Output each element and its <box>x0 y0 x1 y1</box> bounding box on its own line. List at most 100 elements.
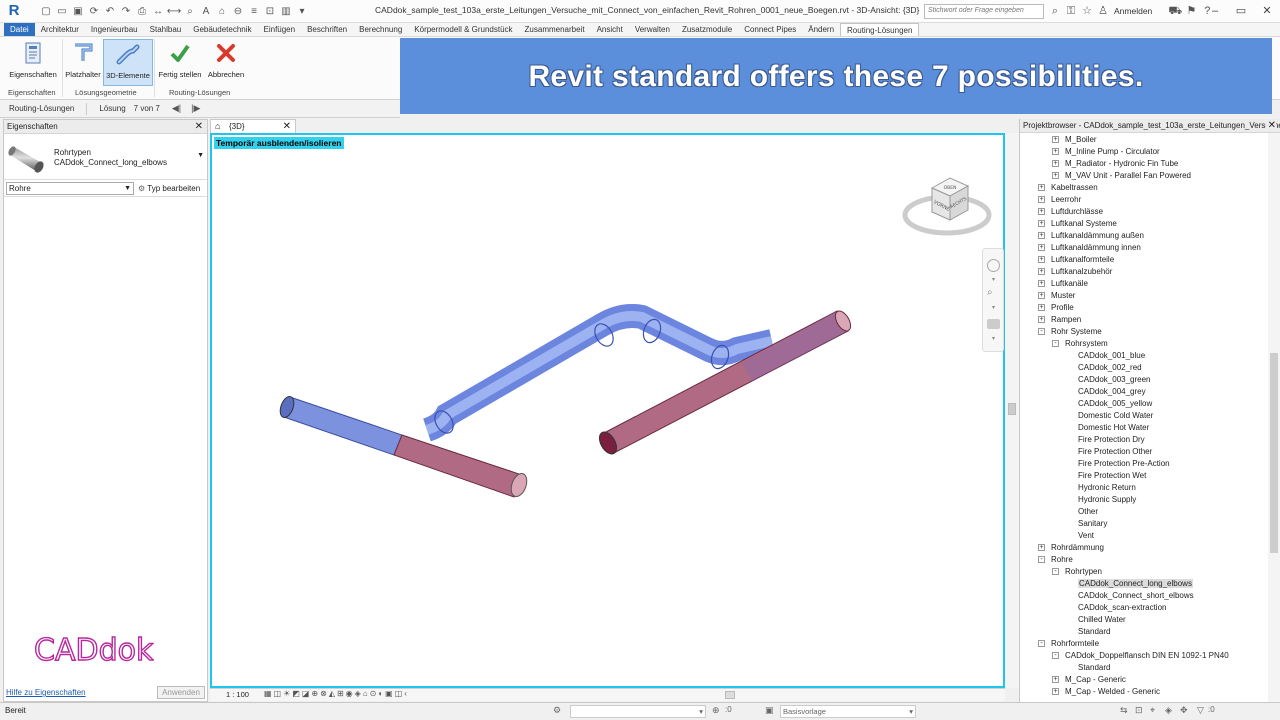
key-icon[interactable]: ⚿ <box>1064 3 1078 19</box>
apply-button[interactable]: Anwenden <box>157 686 205 699</box>
section-icon[interactable]: ⊖ <box>230 5 246 18</box>
previous-solution-icon[interactable]: ◀| <box>172 103 181 114</box>
tree-item[interactable]: - Rohr Systeme <box>1038 326 1102 338</box>
viewcube-top[interactable]: OBEN <box>944 185 957 191</box>
tab-verwalten[interactable]: Verwalten <box>629 23 676 36</box>
view-cube-toggle-icon[interactable] <box>987 319 1000 329</box>
collapse-icon[interactable]: - <box>1038 328 1045 335</box>
expand-icon[interactable]: + <box>1038 280 1045 287</box>
tree-item[interactable]: + Kabeltrassen <box>1038 182 1098 194</box>
tag-icon[interactable]: ⌕ <box>182 5 198 18</box>
tree-item[interactable]: Hydronic Return <box>1078 482 1136 494</box>
dimension-icon[interactable]: ⟷ <box>166 5 182 18</box>
customize-qat-icon[interactable]: ▾ <box>294 5 310 18</box>
close-hidden-icon[interactable]: ⊡ <box>262 5 278 18</box>
tree-item[interactable]: CADdok_003_green <box>1078 374 1151 386</box>
select-by-face-icon[interactable]: ◈ <box>1165 705 1172 716</box>
tab-koerpermodell[interactable]: Körpermodell & Grundstück <box>408 23 518 36</box>
restore-icon[interactable]: ▭ <box>1228 0 1254 22</box>
tree-item[interactable]: + Leerrohr <box>1038 194 1081 206</box>
undo-icon[interactable]: ↶ <box>102 5 118 18</box>
expand-icon[interactable]: + <box>1038 208 1045 215</box>
edit-type-button[interactable]: ⚙ Typ bearbeiten <box>138 182 200 195</box>
chevron-down-icon[interactable]: ▾ <box>992 335 995 342</box>
tree-item[interactable]: + Muster <box>1038 290 1075 302</box>
expand-icon[interactable]: + <box>1038 304 1045 311</box>
filter-icon[interactable]: ▽ <box>1197 705 1204 716</box>
browser-scrollbar[interactable] <box>1268 133 1280 702</box>
tree-item[interactable]: CADdok_Connect_short_elbows <box>1078 590 1194 602</box>
text-icon[interactable]: A <box>198 5 214 18</box>
expand-icon[interactable]: + <box>1052 676 1059 683</box>
tree-item[interactable]: - CADdok_Doppelflansch DIN EN 1092-1 PN40 <box>1052 650 1229 662</box>
tree-item[interactable]: + Luftkanäle <box>1038 278 1088 290</box>
save-icon[interactable]: ▣ <box>70 5 86 18</box>
tree-item[interactable]: + M_Cap - Welded - Generic <box>1052 686 1160 698</box>
switch-windows-icon[interactable]: ▥ <box>278 5 294 18</box>
worksets-icon[interactable]: ⚙ <box>553 705 561 716</box>
placeholder-button[interactable]: Platzhalter <box>63 39 103 86</box>
user-icon[interactable]: ♙ <box>1096 3 1110 19</box>
instance-filter-select[interactable]: Rohre ▼ <box>6 182 134 195</box>
tree-item[interactable]: CADdok_004_grey <box>1078 386 1146 398</box>
left-header-pipe[interactable] <box>278 395 530 499</box>
chevron-down-icon[interactable]: ▼ <box>197 152 204 159</box>
tree-item[interactable]: + Rohrdämmung <box>1038 542 1104 554</box>
tree-item[interactable]: CADdok_005_yellow <box>1078 398 1152 410</box>
tab-einfuegen[interactable]: Einfügen <box>258 23 302 36</box>
tree-item[interactable]: Fire Protection Pre-Action <box>1078 458 1170 470</box>
pipe-model[interactable] <box>212 135 1003 686</box>
tab-architektur[interactable]: Architektur <box>35 23 85 36</box>
select-links-icon[interactable]: ⇆ <box>1120 705 1128 716</box>
cart-icon[interactable]: ⛟ <box>1168 3 1182 19</box>
design-option-select[interactable]: Basisvorlage ▾ <box>780 705 916 718</box>
revit-logo-icon[interactable]: R <box>5 2 23 20</box>
expand-icon[interactable]: + <box>1038 184 1045 191</box>
chevron-down-icon[interactable]: ▾ <box>992 304 995 311</box>
expand-icon[interactable]: + <box>1038 232 1045 239</box>
right-header-pipe[interactable] <box>596 308 854 456</box>
tree-item[interactable]: Other <box>1078 506 1098 518</box>
tab-connect-pipes[interactable]: Connect Pipes <box>738 23 802 36</box>
tree-item[interactable]: + Luftkanalzubehör <box>1038 266 1112 278</box>
tab-berechnung[interactable]: Berechnung <box>353 23 408 36</box>
thin-lines-icon[interactable]: ≡ <box>246 5 262 18</box>
tree-item[interactable]: Hydronic Supply <box>1078 494 1136 506</box>
collapse-icon[interactable]: - <box>1052 652 1059 659</box>
tab-aendern[interactable]: Ändern <box>802 23 840 36</box>
tree-item[interactable]: - Rohre <box>1038 554 1073 566</box>
tab-stahlbau[interactable]: Stahlbau <box>144 23 188 36</box>
design-options-icon[interactable]: ▣ <box>765 705 774 716</box>
redo-icon[interactable]: ↷ <box>118 5 134 18</box>
expand-icon[interactable]: + <box>1038 292 1045 299</box>
chevron-down-icon[interactable]: ▾ <box>992 276 995 283</box>
help-search-input[interactable]: Stichwort oder Frage eingeben <box>924 4 1044 19</box>
view-control-icons[interactable]: ▦◫☀◩◪⊕⊗◭⊞◉◈⌂⊙◐▣◫‹ <box>264 689 409 698</box>
tree-item[interactable]: + M_Cap - Generic <box>1052 674 1126 686</box>
tab-ansicht[interactable]: Ansicht <box>591 23 629 36</box>
measure-icon[interactable]: ↔ <box>150 5 166 18</box>
scroll-thumb[interactable] <box>1008 403 1016 415</box>
viewport-vertical-scrollbar[interactable] <box>1005 133 1019 688</box>
expand-icon[interactable]: + <box>1038 268 1045 275</box>
tree-item[interactable]: Standard <box>1078 626 1110 638</box>
tree-item[interactable]: + Luftkanaldämmung außen <box>1038 230 1144 242</box>
tree-item[interactable]: Vent <box>1078 530 1094 542</box>
steering-wheel-icon[interactable] <box>987 259 1000 272</box>
tab-routing-loesungen[interactable]: Routing-Lösungen <box>840 23 920 36</box>
close-icon[interactable]: ✕ <box>1265 119 1276 132</box>
tree-item[interactable]: - Rohrformteile <box>1038 638 1099 650</box>
tree-item[interactable]: + Luftkanal Systeme <box>1038 218 1117 230</box>
tab-beschriften[interactable]: Beschriften <box>301 23 353 36</box>
finish-button[interactable]: Fertig stellen <box>156 39 204 86</box>
expand-icon[interactable]: + <box>1038 256 1045 263</box>
tab-zusammenarbeit[interactable]: Zusammenarbeit <box>519 23 591 36</box>
tree-item[interactable]: Chilled Water <box>1078 614 1126 626</box>
tree-item[interactable]: Fire Protection Dry <box>1078 434 1145 446</box>
view-tab-3d[interactable]: ⌂ {3D} ✕ <box>210 119 296 133</box>
open-icon[interactable]: ▭ <box>54 5 70 18</box>
expand-icon[interactable]: + <box>1052 688 1059 695</box>
editable-only-icon[interactable]: ⊕ <box>712 705 720 716</box>
select-pinned-icon[interactable]: ⌖ <box>1150 705 1155 716</box>
print-icon[interactable]: ⎙ <box>134 5 150 18</box>
